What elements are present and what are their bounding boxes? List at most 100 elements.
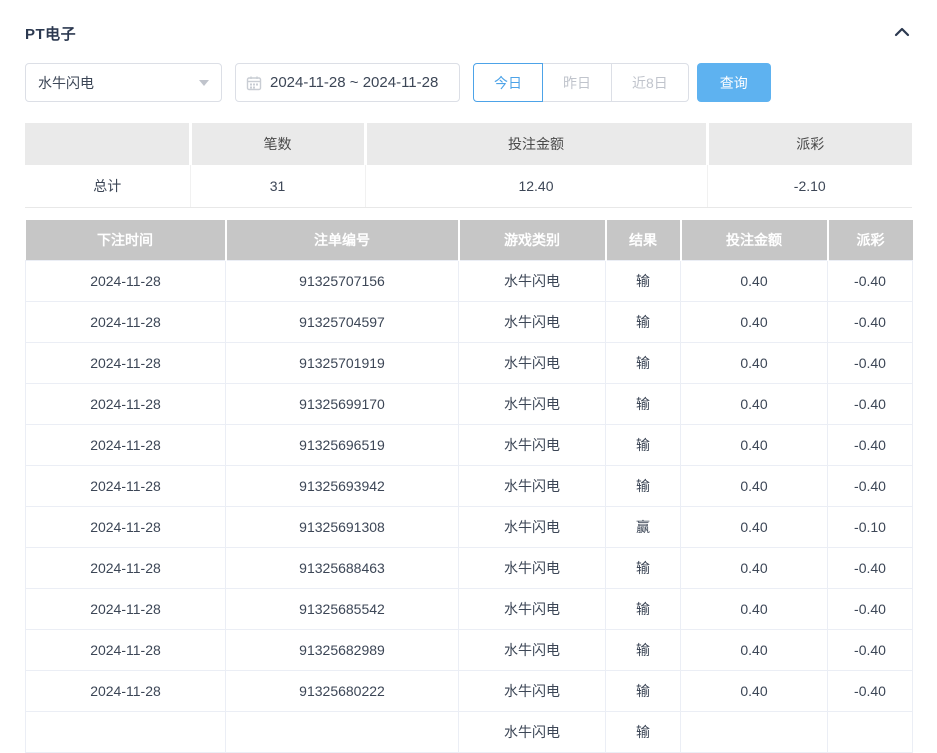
table-cell: 2024-11-28 xyxy=(26,343,226,384)
table-row: 水牛闪电输 xyxy=(26,712,913,753)
table-cell: 水牛闪电 xyxy=(459,548,606,589)
table-cell: 水牛闪电 xyxy=(459,671,606,712)
table-cell: 输 xyxy=(606,343,681,384)
table-cell: 91325682989 xyxy=(226,630,459,671)
bet-table-body: 2024-11-2891325707156水牛闪电输0.40-0.402024-… xyxy=(26,261,913,753)
calendar-icon xyxy=(246,75,262,91)
table-row: 2024-11-2891325701919水牛闪电输0.40-0.40 xyxy=(26,343,913,384)
table-cell xyxy=(828,712,913,753)
table-row: 2024-11-2891325685542水牛闪电输0.40-0.40 xyxy=(26,589,913,630)
summary-count-value: 31 xyxy=(190,165,365,208)
table-cell: 2024-11-28 xyxy=(26,302,226,343)
table-row: 2024-11-2891325699170水牛闪电输0.40-0.40 xyxy=(26,384,913,425)
table-cell: -0.40 xyxy=(828,548,913,589)
table-cell: 2024-11-28 xyxy=(26,589,226,630)
summary-header-row: 笔数投注金额派彩 xyxy=(25,123,912,165)
table-row: 2024-11-2891325693942水牛闪电输0.40-0.40 xyxy=(26,466,913,507)
bet-table-header-row: 下注时间注单编号游戏类别结果投注金额派彩 xyxy=(26,220,913,261)
table-cell: 2024-11-28 xyxy=(26,671,226,712)
game-select[interactable]: 水牛闪电 xyxy=(25,63,222,102)
table-cell xyxy=(226,712,459,753)
table-cell: 91325680222 xyxy=(226,671,459,712)
game-select-value: 水牛闪电 xyxy=(38,73,94,93)
table-row: 2024-11-2891325682989水牛闪电输0.40-0.40 xyxy=(26,630,913,671)
table-cell: 0.40 xyxy=(681,425,828,466)
table-row: 2024-11-2891325696519水牛闪电输0.40-0.40 xyxy=(26,425,913,466)
table-cell: -0.10 xyxy=(828,507,913,548)
table-cell: 输 xyxy=(606,302,681,343)
table-cell: 91325701919 xyxy=(226,343,459,384)
pt-games-panel: PT电子 水牛闪电 xyxy=(0,0,937,753)
summary-table: 笔数投注金额派彩 总计 31 12.40 -2.10 xyxy=(25,123,912,208)
table-cell: 0.40 xyxy=(681,589,828,630)
table-cell: 2024-11-28 xyxy=(26,630,226,671)
table-cell: 输 xyxy=(606,425,681,466)
summary-col-header: 投注金额 xyxy=(365,123,707,165)
summary-col-header: 派彩 xyxy=(707,123,912,165)
table-cell: 输 xyxy=(606,589,681,630)
table-cell: 水牛闪电 xyxy=(459,507,606,548)
chevron-down-icon xyxy=(199,80,209,86)
table-cell: 2024-11-28 xyxy=(26,261,226,302)
collapse-panel-button[interactable] xyxy=(892,22,912,44)
table-cell: -0.40 xyxy=(828,302,913,343)
table-cell: -0.40 xyxy=(828,343,913,384)
table-cell: 水牛闪电 xyxy=(459,343,606,384)
table-cell: 输 xyxy=(606,630,681,671)
quick-button-today[interactable]: 今日 xyxy=(473,63,543,102)
table-cell: 水牛闪电 xyxy=(459,261,606,302)
table-cell: 水牛闪电 xyxy=(459,712,606,753)
table-cell: 水牛闪电 xyxy=(459,302,606,343)
table-cell: 输 xyxy=(606,671,681,712)
table-cell: 0.40 xyxy=(681,261,828,302)
table-row: 2024-11-2891325707156水牛闪电输0.40-0.40 xyxy=(26,261,913,302)
table-cell: -0.40 xyxy=(828,261,913,302)
filter-bar: 水牛闪电 2024-11-28 ~ 2024-11-28 今日昨日近8 xyxy=(25,63,912,102)
bet-col-header: 结果 xyxy=(606,220,681,261)
summary-total-row: 总计 31 12.40 -2.10 xyxy=(25,165,912,208)
table-cell: 2024-11-28 xyxy=(26,466,226,507)
table-cell: 水牛闪电 xyxy=(459,425,606,466)
quick-button-last-8-days[interactable]: 近8日 xyxy=(611,63,689,102)
summary-total-label: 总计 xyxy=(25,165,190,208)
bet-col-header: 注单编号 xyxy=(226,220,459,261)
table-cell: -0.40 xyxy=(828,425,913,466)
table-cell: 输 xyxy=(606,466,681,507)
table-cell: 0.40 xyxy=(681,466,828,507)
summary-col-header xyxy=(25,123,190,165)
table-cell: 91325707156 xyxy=(226,261,459,302)
table-row: 2024-11-2891325691308水牛闪电赢0.40-0.10 xyxy=(26,507,913,548)
summary-payout-value: -2.10 xyxy=(707,165,912,208)
table-cell: 91325704597 xyxy=(226,302,459,343)
table-cell: -0.40 xyxy=(828,630,913,671)
bet-col-header: 派彩 xyxy=(828,220,913,261)
table-cell: 输 xyxy=(606,261,681,302)
table-cell: 水牛闪电 xyxy=(459,630,606,671)
query-button[interactable]: 查询 xyxy=(697,63,771,102)
table-cell: -0.40 xyxy=(828,466,913,507)
table-cell: 2024-11-28 xyxy=(26,507,226,548)
chevron-up-icon xyxy=(894,24,910,42)
table-cell: 0.40 xyxy=(681,548,828,589)
table-cell: -0.40 xyxy=(828,589,913,630)
table-cell: 输 xyxy=(606,548,681,589)
table-cell: -0.40 xyxy=(828,671,913,712)
table-cell: 输 xyxy=(606,712,681,753)
table-cell: 0.40 xyxy=(681,507,828,548)
table-cell: 水牛闪电 xyxy=(459,466,606,507)
table-cell: 91325685542 xyxy=(226,589,459,630)
table-cell: 水牛闪电 xyxy=(459,589,606,630)
bet-col-header: 下注时间 xyxy=(26,220,226,261)
date-range-input[interactable]: 2024-11-28 ~ 2024-11-28 xyxy=(235,63,460,102)
table-cell: 91325696519 xyxy=(226,425,459,466)
quick-button-yesterday[interactable]: 昨日 xyxy=(542,63,612,102)
date-range-value: 2024-11-28 ~ 2024-11-28 xyxy=(270,74,438,91)
table-cell: 91325699170 xyxy=(226,384,459,425)
table-row: 2024-11-2891325680222水牛闪电输0.40-0.40 xyxy=(26,671,913,712)
table-cell: 0.40 xyxy=(681,671,828,712)
summary-amount-value: 12.40 xyxy=(365,165,707,208)
table-cell: 0.40 xyxy=(681,343,828,384)
table-cell: 0.40 xyxy=(681,302,828,343)
summary-col-header: 笔数 xyxy=(190,123,365,165)
quick-range-group: 今日昨日近8日 xyxy=(473,63,689,102)
